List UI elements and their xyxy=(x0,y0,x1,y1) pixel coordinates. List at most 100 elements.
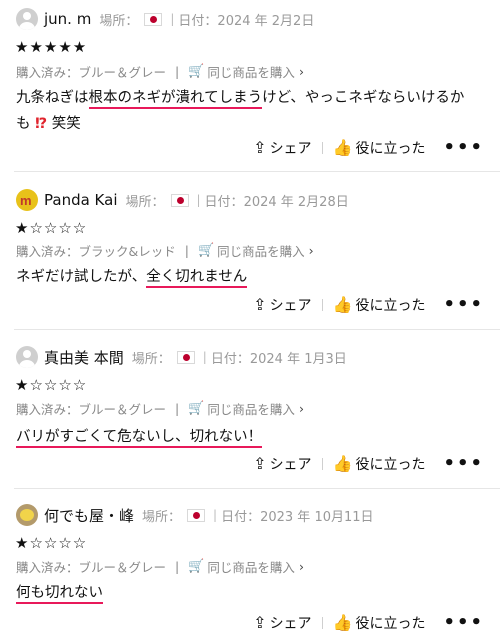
review-actions: ⇪ シェア 👍 役に立った ••• xyxy=(253,612,484,633)
buy-same-product-link[interactable]: 同じ商品を購入 xyxy=(207,399,295,418)
review-header: 何でも屋・峰 場所： | 日付： 2023 年 10月11日 xyxy=(16,502,374,528)
helpful-button[interactable]: 役に立った xyxy=(355,454,425,474)
japan-flag-icon xyxy=(170,193,189,207)
reviewer-name[interactable]: 何でも屋・峰 xyxy=(44,505,134,526)
more-options-icon[interactable]: ••• xyxy=(443,453,484,474)
divider xyxy=(321,457,323,470)
review-text-part: も xyxy=(16,116,31,132)
share-button[interactable]: シェア xyxy=(270,295,312,315)
divider xyxy=(321,141,323,154)
helpful-button[interactable]: 役に立った xyxy=(355,138,425,158)
location-label: 場所： xyxy=(125,194,165,210)
buy-same-product-link[interactable]: 同じ商品を購入 xyxy=(207,557,295,576)
chevron-right-icon[interactable]: › xyxy=(309,243,314,258)
star-rating: ★☆☆☆☆ xyxy=(15,534,88,552)
review-divider xyxy=(14,171,500,172)
share-icon[interactable]: ⇪ xyxy=(253,454,266,473)
review-text: バリがすごくて危ないし、切れない！ xyxy=(16,424,476,450)
avatar[interactable]: m xyxy=(16,189,38,211)
location-label: 場所： xyxy=(142,509,182,525)
share-button[interactable]: シェア xyxy=(270,613,312,633)
review-text-part: ネギだけ試したが、 xyxy=(16,269,147,285)
reviewer-name[interactable]: Panda Kai xyxy=(44,191,117,209)
chevron-right-icon[interactable]: › xyxy=(299,401,304,416)
divider: | xyxy=(175,64,180,79)
star-rating: ★☆☆☆☆ xyxy=(15,219,88,237)
buy-same-product-link[interactable]: 同じ商品を購入 xyxy=(207,62,295,81)
reviewer-name[interactable]: jun. m xyxy=(44,10,91,28)
share-button[interactable]: シェア xyxy=(270,454,312,474)
purchase-variant: 購入済み：ブラック&レッド xyxy=(16,244,176,259)
cart-plus-icon[interactable]: 🛒 xyxy=(198,243,214,258)
review-header: m Panda Kai 場所： | 日付： 2024 年 2月28日 xyxy=(16,187,349,213)
review-text: ネギだけ試したが、全く切れません xyxy=(16,264,476,290)
cart-plus-icon[interactable]: 🛒 xyxy=(188,401,204,416)
share-icon[interactable]: ⇪ xyxy=(253,613,266,632)
location-label: 場所： xyxy=(99,13,139,29)
highlighted-text: 何も切れない xyxy=(16,585,103,604)
date-label: 日付： xyxy=(221,509,261,525)
review-text-part: 笑笑 xyxy=(51,116,81,132)
reviewer-name[interactable]: 真由美 本間 xyxy=(44,347,124,368)
more-options-icon[interactable]: ••• xyxy=(443,612,484,633)
cart-plus-icon[interactable]: 🛒 xyxy=(188,559,204,574)
divider: | xyxy=(170,12,175,26)
divider: | xyxy=(213,508,218,522)
highlighted-text: 根本のネギが潰れてしまう xyxy=(88,90,263,109)
highlighted-text: バリがすごくて危ないし、切れない！ xyxy=(16,429,263,448)
buy-same-product-link[interactable]: 同じ商品を購入 xyxy=(217,241,305,260)
helpful-button[interactable]: 役に立った xyxy=(355,295,425,315)
purchase-info: 購入済み：ブルー＆グレー | 🛒 同じ商品を購入 › xyxy=(16,557,304,576)
share-icon[interactable]: ⇪ xyxy=(253,295,266,314)
star-rating: ★★★★★ xyxy=(15,38,88,56)
more-options-icon[interactable]: ••• xyxy=(443,294,484,315)
japan-flag-icon xyxy=(144,12,163,26)
chevron-right-icon[interactable]: › xyxy=(299,559,304,574)
divider: | xyxy=(175,401,180,416)
review-divider xyxy=(14,329,500,330)
thumbs-up-icon[interactable]: 👍 xyxy=(333,454,353,473)
purchase-info: 購入済み：ブラック&レッド | 🛒 同じ商品を購入 › xyxy=(16,241,314,260)
review-divider xyxy=(14,488,500,489)
chevron-right-icon[interactable]: › xyxy=(299,64,304,79)
review-actions: ⇪ シェア 👍 役に立った ••• xyxy=(253,453,484,474)
avatar[interactable] xyxy=(16,504,38,526)
thumbs-up-icon[interactable]: 👍 xyxy=(333,613,353,632)
divider: | xyxy=(196,193,201,207)
date-label: 日付： xyxy=(178,13,218,29)
review-text-part: けど、やっこネギならいけるか xyxy=(262,90,465,106)
review-date: 2023 年 10月11日 xyxy=(260,509,374,525)
helpful-button[interactable]: 役に立った xyxy=(355,613,425,633)
divider xyxy=(321,616,323,629)
purchase-info: 購入済み：ブルー＆グレー | 🛒 同じ商品を購入 › xyxy=(16,399,304,418)
review-date: 2024 年 2月2日 xyxy=(217,13,315,29)
review-header: 真由美 本間 場所： | 日付： 2024 年 1月3日 xyxy=(16,344,347,370)
review-text: 九条ねぎは根本のネギが潰れてしまうけど、やっこネギならいけるか も ⁉ 笑笑 xyxy=(16,85,476,137)
exclamation-question-icon: ⁉ xyxy=(35,116,48,132)
review-actions: ⇪ シェア 👍 役に立った ••• xyxy=(253,294,484,315)
thumbs-up-icon[interactable]: 👍 xyxy=(333,295,353,314)
star-rating: ★☆☆☆☆ xyxy=(15,376,88,394)
review-date: 2024 年 2月28日 xyxy=(243,194,349,210)
divider: | xyxy=(184,243,189,258)
japan-flag-icon xyxy=(176,350,195,364)
purchase-info: 購入済み：ブルー＆グレー | 🛒 同じ商品を購入 › xyxy=(16,62,304,81)
thumbs-up-icon[interactable]: 👍 xyxy=(333,138,353,157)
purchase-variant: 購入済み：ブルー＆グレー xyxy=(16,65,167,80)
review-text-part: 九条ねぎは xyxy=(16,90,89,106)
divider: | xyxy=(202,350,207,364)
avatar[interactable] xyxy=(16,8,38,30)
purchase-variant: 購入済み：ブルー＆グレー xyxy=(16,560,167,575)
review-date: 2024 年 1月3日 xyxy=(249,351,347,367)
date-label: 日付： xyxy=(204,194,244,210)
cart-plus-icon[interactable]: 🛒 xyxy=(188,64,204,79)
avatar[interactable] xyxy=(16,346,38,368)
review-text: 何も切れない xyxy=(16,580,476,606)
location-label: 場所： xyxy=(131,351,171,367)
japan-flag-icon xyxy=(187,508,206,522)
share-button[interactable]: シェア xyxy=(270,138,312,158)
share-icon[interactable]: ⇪ xyxy=(253,138,266,157)
purchase-variant: 購入済み：ブルー＆グレー xyxy=(16,402,167,417)
highlighted-text: 全く切れません xyxy=(146,269,248,288)
more-options-icon[interactable]: ••• xyxy=(443,137,484,158)
